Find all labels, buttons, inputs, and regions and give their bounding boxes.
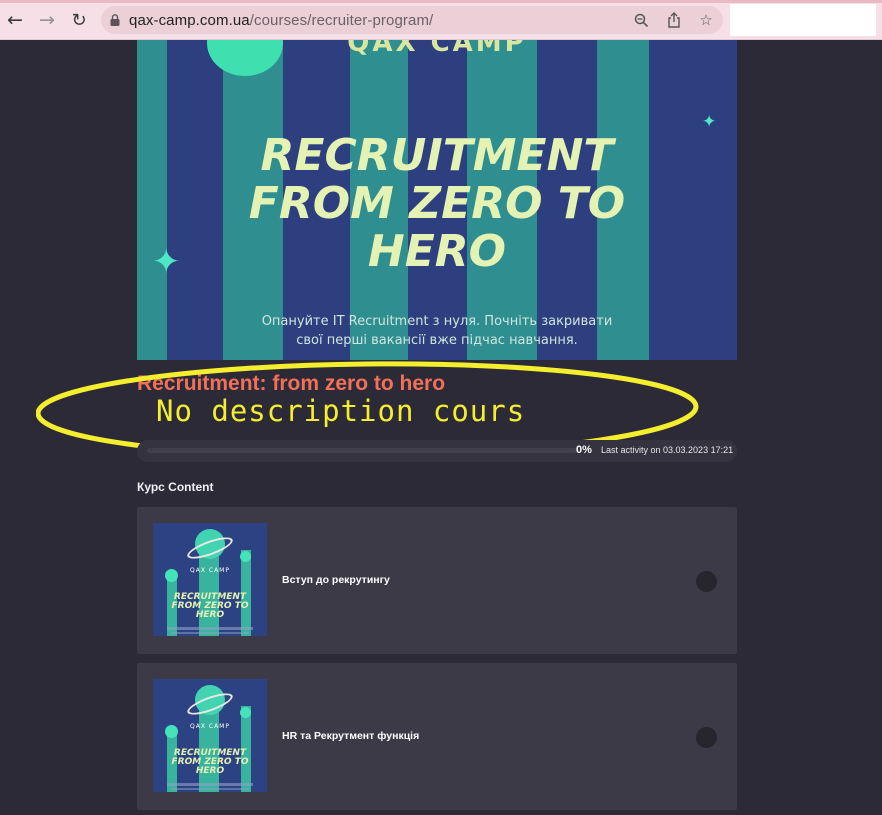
- thumb-title: RECRUITMENT FROM ZERO TO HERO: [153, 593, 267, 620]
- banner-headline-line: RECRUITMENT: [260, 130, 614, 181]
- lesson-card[interactable]: QAX CAMP RECRUITMENT FROM ZERO TO HERO В…: [137, 507, 737, 654]
- thumb-title: RECRUITMENT FROM ZERO TO HERO: [153, 749, 267, 776]
- url-text[interactable]: qax-camp.com.ua/courses/recruiter-progra…: [129, 12, 433, 29]
- address-bar[interactable]: qax-camp.com.ua/courses/recruiter-progra…: [101, 6, 723, 34]
- thumb-bar: [199, 702, 219, 792]
- thumb-brand: QAX CAMP: [190, 723, 230, 730]
- lesson-thumbnail: QAX CAMP RECRUITMENT FROM ZERO TO HERO: [153, 679, 267, 792]
- banner-headline-line: HERO: [367, 226, 507, 277]
- last-activity: Last activity on 03.03.2023 17:21: [601, 445, 734, 455]
- progress-track: [147, 448, 577, 453]
- banner-headline: RECRUITMENT FROM ZERO TO HERO: [137, 132, 737, 276]
- thumb-tagline: [171, 632, 249, 634]
- zoom-icon[interactable]: [633, 12, 649, 28]
- lesson-thumbnail: QAX CAMP RECRUITMENT FROM ZERO TO HERO: [153, 523, 267, 636]
- lesson-title[interactable]: Вступ до рекрутингу: [282, 574, 390, 586]
- lesson-card[interactable]: QAX CAMP RECRUITMENT FROM ZERO TO HERO H…: [137, 663, 737, 810]
- completion-status-icon: [696, 727, 717, 748]
- url-path: /courses/recruiter-program/: [249, 11, 434, 29]
- thumb-brand: QAX CAMP: [190, 567, 230, 574]
- banner-tagline-line: Опануйте IT Recruitment з нуля. Почніть …: [261, 314, 613, 329]
- thumb-title-line: HERO: [195, 766, 225, 776]
- forward-arrow-icon[interactable]: →: [36, 9, 58, 31]
- lock-icon[interactable]: [101, 14, 129, 26]
- back-arrow-icon[interactable]: ←: [4, 9, 26, 31]
- sparkle-icon: ✦: [152, 242, 181, 282]
- course-banner: QAX CAMP RECRUITMENT FROM ZERO TO HERO О…: [137, 40, 737, 360]
- tab-strip-edge: [0, 0, 882, 3]
- banner-headline-line: FROM ZERO TO: [248, 178, 626, 229]
- toolbar-blank-area: [730, 4, 876, 36]
- banner-tagline: Опануйте IT Recruitment з нуля. Почніть …: [137, 312, 737, 350]
- thumb-title-line: HERO: [195, 610, 225, 620]
- thumb-dot: [240, 551, 251, 562]
- reload-icon[interactable]: ↻: [68, 9, 90, 31]
- course-progress: 0% Last activity on 03.03.2023 17:21: [137, 440, 737, 462]
- section-title: Курс Content: [137, 480, 214, 494]
- sparkle-icon: ✦: [702, 112, 717, 132]
- thumb-bar: [199, 546, 219, 636]
- banner-brand: QAX CAMP: [347, 40, 527, 58]
- lesson-title[interactable]: HR та Рекрутмент функція: [282, 730, 419, 742]
- browser-toolbar: ← → ↻ qax-camp.com.ua/courses/recruiter-…: [0, 0, 882, 40]
- share-icon[interactable]: [666, 12, 682, 28]
- progress-percent: 0%: [576, 444, 592, 456]
- bookmark-star-icon[interactable]: ☆: [698, 11, 714, 29]
- annotation-text: No description cours: [156, 394, 526, 428]
- thumb-tagline: [167, 783, 253, 786]
- url-host: qax-camp.com.ua: [129, 11, 250, 29]
- completion-status-icon: [696, 571, 717, 592]
- banner-tagline-line: свої перші вакансії вже підчас навчання.: [296, 333, 578, 348]
- thumb-tagline: [167, 627, 253, 630]
- thumb-dot: [240, 707, 251, 718]
- thumb-tagline: [171, 788, 249, 790]
